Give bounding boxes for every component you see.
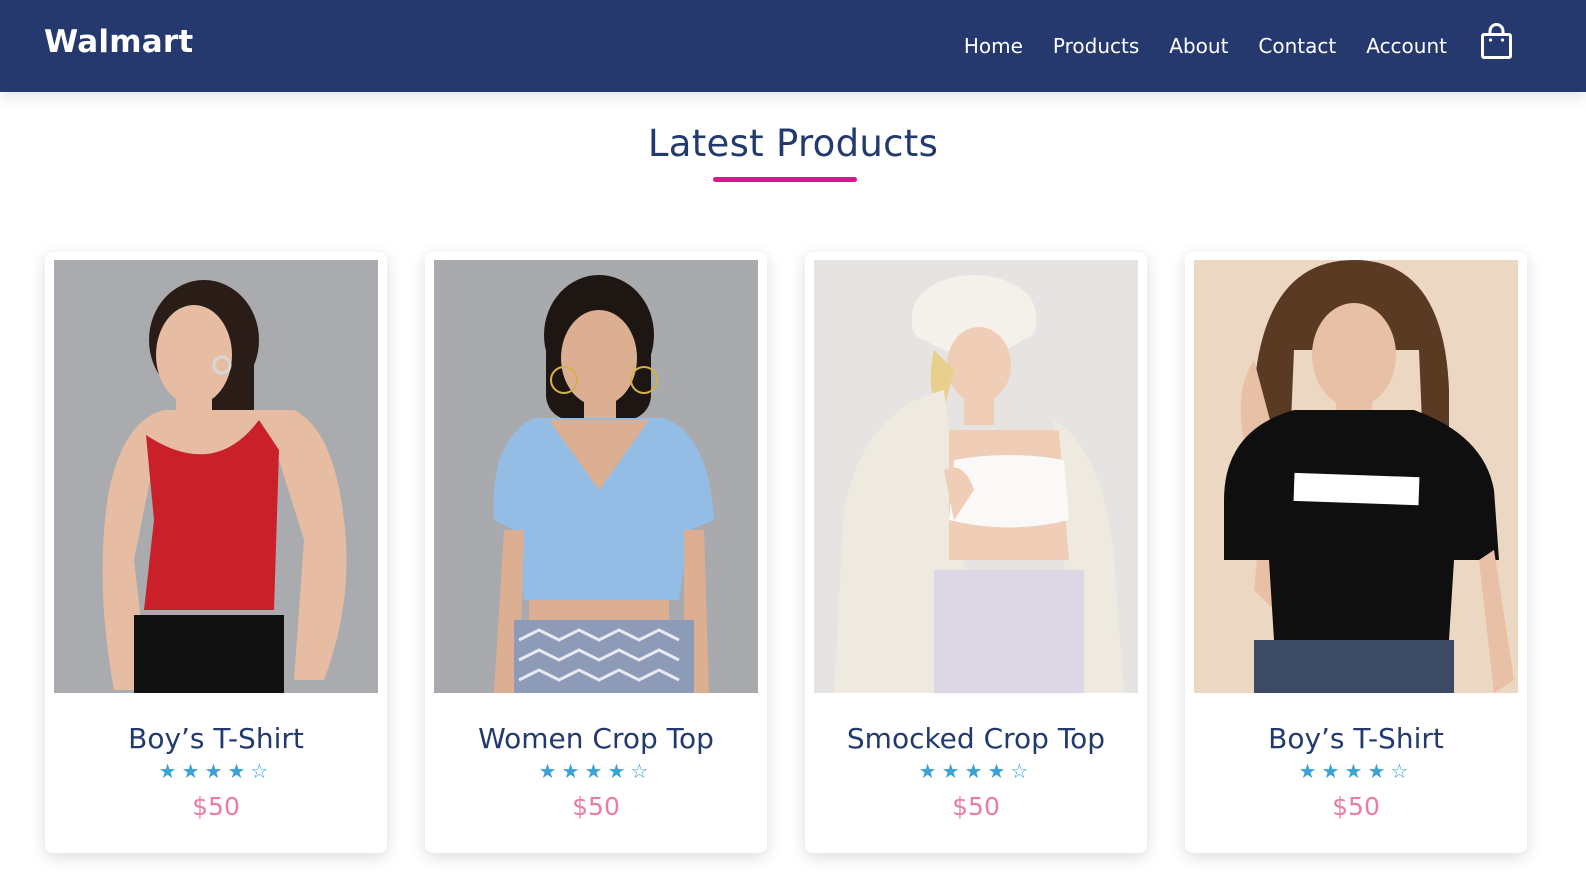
product-title[interactable]: Women Crop Top: [425, 722, 767, 755]
product-price: $50: [952, 792, 1000, 821]
nav-link-home[interactable]: Home: [964, 34, 1023, 58]
nav-link-products[interactable]: Products: [1053, 34, 1139, 58]
brand-logo[interactable]: Walmart: [44, 24, 193, 60]
product-rating: ★★★★☆: [918, 759, 1034, 783]
product-price: $50: [572, 792, 620, 821]
nav-link-account[interactable]: Account: [1366, 34, 1447, 58]
nav-link-about[interactable]: About: [1169, 34, 1228, 58]
product-title[interactable]: Smocked Crop Top: [805, 722, 1147, 755]
nav-links: Home Products About Contact Account: [964, 0, 1447, 92]
product-card[interactable]: Women Crop Top ★★★★☆ $50: [425, 252, 767, 853]
product-title[interactable]: Boy’s T-Shirt: [45, 722, 387, 755]
product-title[interactable]: Boy’s T-Shirt: [1185, 722, 1527, 755]
product-card[interactable]: Boy’s T-Shirt ★★★★☆ $50: [45, 252, 387, 853]
section-title: Latest Products: [647, 122, 939, 165]
product-card[interactable]: Smocked Crop Top ★★★★☆ $50: [805, 252, 1147, 853]
product-image-kindness-tshirt[interactable]: [1194, 260, 1518, 693]
product-card[interactable]: Boy’s T-Shirt ★★★★☆ $50: [1185, 252, 1527, 853]
product-price: $50: [1332, 792, 1380, 821]
product-image-smocked-crop-top[interactable]: [814, 260, 1138, 693]
product-rating: ★★★★☆: [538, 759, 654, 783]
product-rating: ★★★★☆: [158, 759, 274, 783]
nav-link-contact[interactable]: Contact: [1258, 34, 1336, 58]
title-underline: [713, 177, 857, 182]
shopping-bag-icon[interactable]: [1480, 23, 1513, 60]
product-rating: ★★★★☆: [1298, 759, 1414, 783]
navbar: Walmart Home Products About Contact Acco…: [0, 0, 1586, 92]
product-price: $50: [192, 792, 240, 821]
product-image-red-crop-top[interactable]: [54, 260, 378, 693]
product-image-blue-crop-top[interactable]: [434, 260, 758, 693]
